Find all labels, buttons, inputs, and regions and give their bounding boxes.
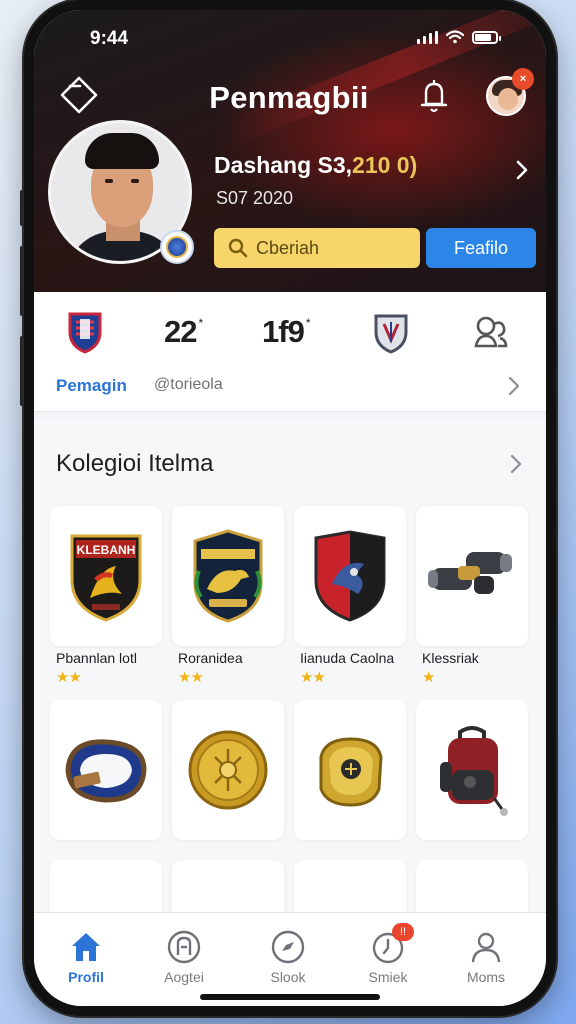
notification-badge: ×: [512, 68, 534, 90]
nav-label: Moms: [466, 969, 506, 985]
nav-label: Profil: [68, 969, 104, 985]
app-screen: 9:44 Penmagbii × Dashang S3,210 0) S07 2…: [34, 10, 546, 1006]
search-icon: [228, 238, 248, 258]
status-time: 9:44: [90, 28, 129, 49]
profile-header: 9:44 Penmagbii × Dashang S3,210 0) S07 2…: [34, 10, 546, 292]
signal-icon: [417, 30, 438, 44]
stat-value-2-number: 1f9: [262, 314, 305, 349]
profile-handle: @torieola: [154, 376, 223, 393]
home-indicator[interactable]: [200, 994, 380, 1000]
wristband-icon: [65, 739, 147, 803]
group-users-icon[interactable]: [472, 310, 510, 354]
crest-shield-icon: [374, 314, 408, 354]
gold-coin-icon: [188, 730, 268, 810]
nav-item-slook[interactable]: Slook: [248, 929, 328, 985]
badge-shield-icon: KLEBANH: [70, 534, 142, 622]
team-shield-icon: [68, 312, 102, 354]
backpack-icon: [440, 726, 508, 816]
collection-item-label: Pbannlan lotl: [56, 650, 137, 666]
nav-item-profil[interactable]: Profil: [46, 929, 126, 985]
home-icon: [72, 933, 100, 961]
collection-item-label: Iianuda Caolna: [300, 650, 395, 666]
battery-icon: [472, 30, 501, 44]
collection-item-label: Klessriak: [422, 650, 479, 666]
profile-name-link[interactable]: Pemagin: [56, 376, 127, 396]
chevron-right-icon[interactable]: [514, 158, 530, 182]
profile-date: S07 2020: [216, 188, 294, 208]
svg-text:KLEBANH: KLEBANH: [77, 543, 136, 557]
nav-item-aogtei[interactable]: Aogtei: [144, 929, 224, 985]
chevron-right-icon[interactable]: [510, 454, 522, 474]
bottom-nav: Profil Aogtei Slook !! Smiek Moms: [34, 912, 546, 1006]
nav-item-moms[interactable]: Moms: [446, 929, 526, 985]
wifi-icon: [446, 30, 464, 44]
status-icons: [417, 30, 501, 44]
nav-badge: !!: [392, 923, 414, 941]
collection-item-card[interactable]: [416, 700, 528, 840]
page-title: Penmagbii: [209, 80, 369, 115]
stat-value-1-suffix: *: [198, 315, 203, 330]
binoculars-icon: [428, 552, 512, 594]
portfolio-button[interactable]: Feafilo: [426, 228, 536, 268]
search-label: Cberiah: [256, 237, 320, 258]
collection-item-card[interactable]: KLEBANH: [50, 506, 162, 646]
collection-item-card[interactable]: [172, 506, 284, 646]
user-icon: [471, 932, 501, 963]
nav-label: Slook: [270, 969, 306, 985]
collection-item-card[interactable]: [294, 506, 406, 646]
collection-item-card[interactable]: [50, 700, 162, 840]
nav-label: Aogtei: [164, 969, 204, 985]
dashboard-value-main: Dashang S3,: [214, 152, 353, 178]
stat-value-2: 1f9 *: [262, 314, 311, 350]
search-button[interactable]: Cberiah: [214, 228, 420, 268]
gold-ring-icon: [319, 737, 383, 807]
rating-stars-icon: ★★: [56, 669, 82, 686]
rating-stars-icon: ★★: [300, 669, 326, 686]
stat-value-1-number: 22: [164, 314, 197, 349]
rating-stars-icon: ★: [422, 669, 435, 686]
stats-card: 22 * 1f9 * Pemagin @torieola: [34, 292, 546, 412]
nav-item-smiek[interactable]: !! Smiek: [348, 923, 428, 985]
stat-value-2-suffix: *: [305, 315, 311, 330]
dashboard-value: Dashang S3,210 0): [214, 152, 417, 179]
phone-frame: 9:44 Penmagbii × Dashang S3,210 0) S07 2…: [24, 0, 556, 1016]
stat-value-1: 22 *: [164, 314, 203, 350]
rating-stars-icon: ★★: [178, 669, 204, 686]
shield-red-icon: [314, 530, 386, 622]
chevron-right-icon[interactable]: [508, 376, 520, 396]
back-diamond-icon[interactable]: [56, 72, 102, 118]
profile-circle-icon: [167, 930, 201, 964]
collection-item-card[interactable]: [416, 506, 528, 646]
dashboard-value-accent: 210 0): [352, 152, 418, 178]
status-bar: 9:44: [34, 10, 546, 54]
collection-item-label: Roranidea: [178, 650, 243, 666]
crest-horse-icon: [193, 529, 263, 623]
collection-item-card[interactable]: [172, 700, 284, 840]
nav-label: Smiek: [368, 969, 408, 985]
collection-item-card[interactable]: [294, 700, 406, 840]
collection-section: Kolegioi Itelma KLEBANH Pbannlan lotl ★★…: [34, 420, 546, 1000]
verified-badge-icon: [160, 230, 194, 264]
collection-title: Kolegioi Itelma: [56, 450, 214, 477]
compass-icon: [271, 930, 305, 964]
bell-icon[interactable]: [416, 76, 452, 116]
